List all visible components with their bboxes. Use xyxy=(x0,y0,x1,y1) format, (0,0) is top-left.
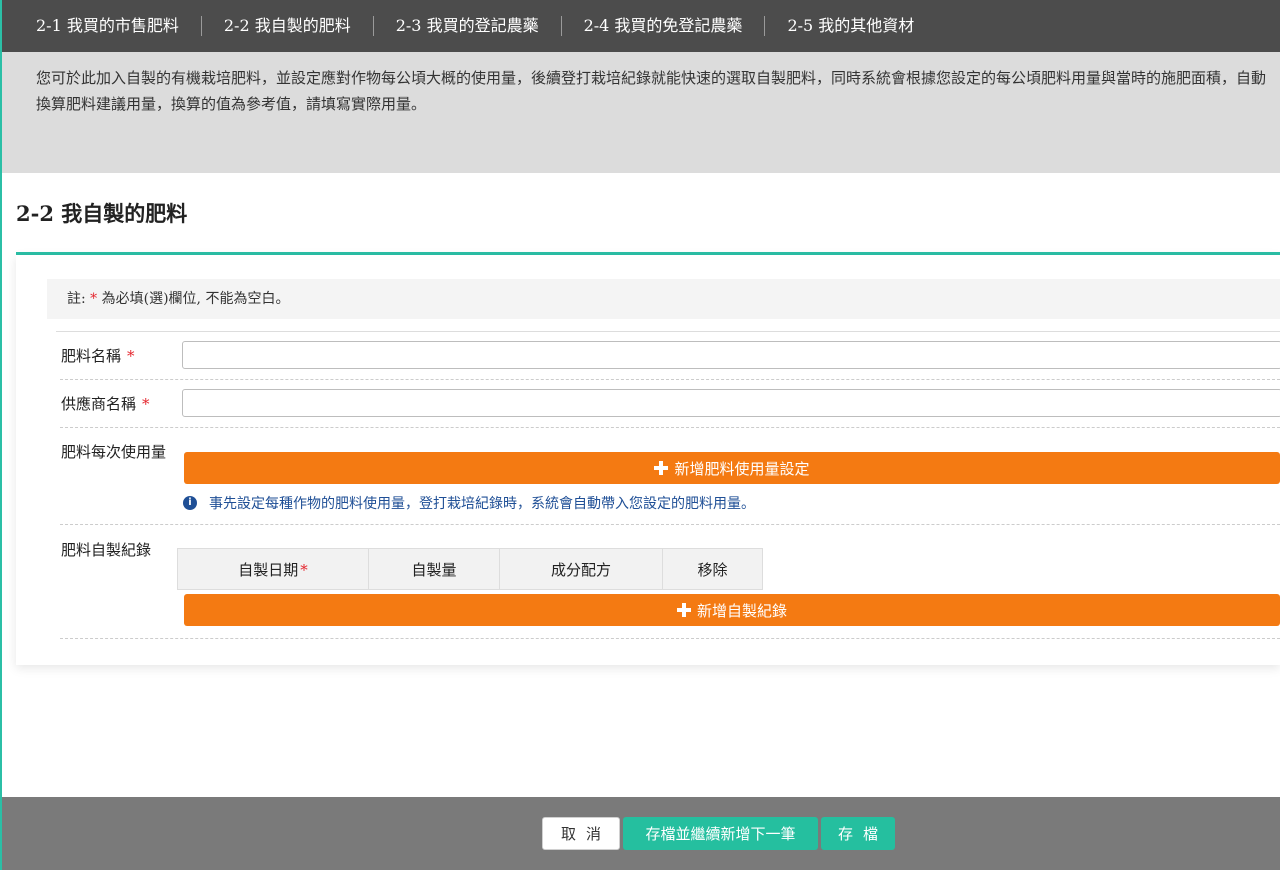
note-text: 為必填(選)欄位, 不能為空白。 xyxy=(101,291,290,307)
supplier-name-input[interactable] xyxy=(182,389,1280,417)
usage-hint-text: 事先設定每種作物的肥料使用量，登打栽培紀錄時，系統會自動帶入您設定的肥料用量。 xyxy=(209,496,755,512)
col-amount: 自製量 xyxy=(368,548,500,590)
fertilizer-name-label: 肥料名稱 * xyxy=(61,347,135,365)
tab-exempt-pesticide[interactable]: 2-4 我買的免登記農藥 xyxy=(562,16,766,36)
cancel-button[interactable]: 取消 xyxy=(542,817,620,850)
tab-commercial-fertilizer[interactable]: 2-1 我買的市售肥料 xyxy=(2,16,202,36)
footer-bar: 取消 存檔並繼續新增下一筆 存檔 xyxy=(2,797,1280,870)
form-top-divider xyxy=(56,331,1280,332)
usage-label: 肥料每次使用量 xyxy=(61,443,167,461)
top-nav: 2-1 我買的市售肥料 2-2 我自製的肥料 2-3 我買的登記農藥 2-4 我… xyxy=(2,0,1280,52)
supplier-name-label: 供應商名稱 * xyxy=(61,395,150,413)
add-record-label: 新增自製紀錄 xyxy=(696,601,787,620)
row-divider xyxy=(60,379,1280,380)
page-title: 2-2 我自製的肥料 xyxy=(16,201,188,226)
form-card: 註: * 為必填(選)欄位, 不能為空白。 肥料名稱 * 供應商名稱 * 肥料每次使… xyxy=(16,255,1280,665)
add-usage-setting-button[interactable]: 新增肥料使用量設定 xyxy=(184,452,1280,484)
tab-registered-pesticide[interactable]: 2-3 我買的登記農藥 xyxy=(374,16,562,36)
records-label: 肥料自製紀錄 xyxy=(61,541,152,559)
col-formula: 成分配方 xyxy=(499,548,663,590)
add-usage-setting-label: 新增肥料使用量設定 xyxy=(674,459,810,478)
records-table: 自製日期 * 自製量 成分配方 移除 xyxy=(177,548,763,590)
add-record-button[interactable]: 新增自製紀錄 xyxy=(184,594,1280,626)
row-divider xyxy=(60,524,1280,525)
required-note: 註: * 為必填(選)欄位, 不能為空白。 xyxy=(47,279,1280,319)
usage-hint: i 事先設定每種作物的肥料使用量，登打栽培紀錄時，系統會自動帶入您設定的肥料用量… xyxy=(183,493,755,513)
row-divider xyxy=(60,638,1280,639)
records-table-header: 自製日期 * 自製量 成分配方 移除 xyxy=(177,548,763,590)
save-and-continue-button[interactable]: 存檔並繼續新增下一筆 xyxy=(623,817,818,850)
col-date: 自製日期 * xyxy=(177,548,369,590)
plus-icon xyxy=(676,603,691,617)
info-icon: i xyxy=(183,496,197,510)
fertilizer-name-input[interactable] xyxy=(182,341,1280,369)
intro-panel: 您可於此加入自製的有機栽培肥料，並設定應對作物每公頃大概的使用量，後續登打栽培紀… xyxy=(2,52,1280,173)
col-remove: 移除 xyxy=(662,548,763,590)
intro-text: 您可於此加入自製的有機栽培肥料，並設定應對作物每公頃大概的使用量，後續登打栽培紀… xyxy=(36,69,1267,113)
note-required-star: * xyxy=(90,291,98,307)
tab-homemade-fertilizer[interactable]: 2-2 我自製的肥料 xyxy=(202,16,374,36)
row-divider xyxy=(60,427,1280,428)
note-prefix: 註: xyxy=(67,291,86,307)
save-button[interactable]: 存檔 xyxy=(821,817,895,850)
tab-other-materials[interactable]: 2-5 我的其他資材 xyxy=(765,16,936,36)
plus-icon xyxy=(654,461,669,475)
